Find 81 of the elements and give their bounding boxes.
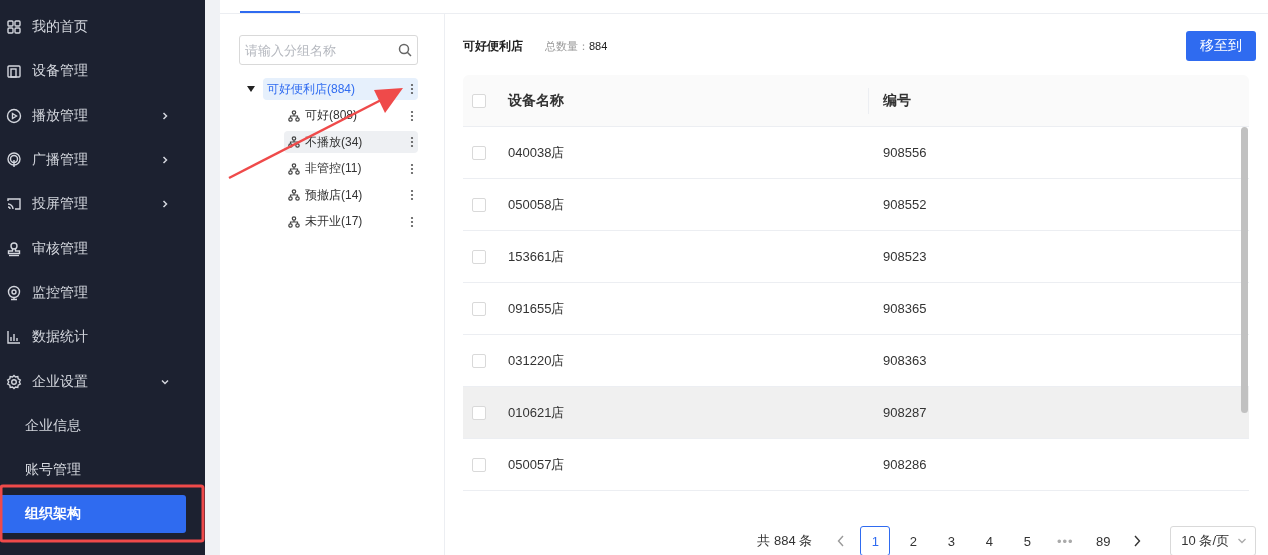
checkbox[interactable] [472, 405, 486, 420]
table-cell-text: 031220店 [508, 351, 566, 370]
submenu-item[interactable]: 组织架构 [0, 495, 186, 534]
chevron-down-icon [1237, 536, 1247, 546]
more-icon[interactable] [410, 162, 414, 175]
more-icon[interactable] [410, 136, 414, 148]
sidebar-item[interactable]: 投屏管理 [0, 182, 205, 227]
sidebar-item[interactable]: 监控管理 [0, 270, 205, 316]
more-icon[interactable] [410, 189, 414, 201]
tree-node[interactable]: 未开业(17) [284, 210, 418, 233]
org-icon [288, 189, 300, 201]
more-icon[interactable] [410, 215, 414, 228]
org-icon [288, 109, 300, 122]
table-cell-text: 908552 [882, 197, 928, 212]
gear-icon [6, 373, 22, 390]
next-page-icon[interactable] [1133, 535, 1142, 547]
sidebar-item[interactable]: 企业设置 [0, 359, 205, 404]
table-cell-text: 908287 [882, 405, 928, 420]
caret-down-icon[interactable] [247, 86, 255, 92]
cast-icon [6, 196, 22, 213]
page-button[interactable]: 3 [936, 526, 967, 555]
more-icon[interactable] [410, 83, 414, 95]
total-label: 总数量： [545, 38, 589, 54]
submenu-item[interactable]: 企业信息 [0, 403, 205, 448]
search-icon [398, 43, 412, 57]
table-cell-text: 908286 [882, 457, 928, 472]
active-tab-indicator [240, 11, 300, 13]
total-count: 884 [589, 40, 608, 52]
sidebar-item[interactable]: 广播管理 [0, 137, 205, 183]
checkbox[interactable] [472, 145, 486, 160]
table-cell-text: 908363 [882, 353, 928, 368]
scrollbar-thumb[interactable] [1241, 127, 1248, 413]
table-cell-text: 908523 [882, 249, 928, 264]
org-icon [288, 215, 300, 228]
checkbox[interactable] [472, 301, 486, 316]
table-cell-text: 040038店 [508, 143, 566, 162]
column-header: 设备名称 [508, 91, 565, 110]
page-button[interactable]: 89 [1088, 526, 1119, 555]
table-cell-text: 908365 [882, 301, 928, 316]
checkbox[interactable] [472, 457, 486, 472]
previous-page-icon[interactable] [837, 535, 846, 547]
checkbox[interactable] [472, 249, 486, 264]
org-icon [288, 136, 300, 148]
table-cell-text: 050057店 [508, 455, 566, 474]
move-to-button[interactable]: 移至到 [1186, 31, 1256, 61]
page-button[interactable]: 2 [898, 526, 929, 555]
group-title: 可好便利店 [463, 37, 523, 55]
chart-icon [6, 329, 22, 346]
checkbox[interactable] [472, 93, 486, 108]
sidebar-item[interactable]: 数据统计 [0, 315, 205, 360]
page-button[interactable]: 5 [1012, 526, 1043, 555]
sidebar-item[interactable]: 设备管理 [0, 49, 205, 94]
table-cell-text: 908556 [882, 145, 928, 160]
checkbox[interactable] [472, 197, 486, 212]
device-icon [6, 63, 22, 80]
total-items: 共 884 条 [757, 532, 813, 550]
table-cell-text: 153661店 [508, 247, 566, 266]
play-icon [6, 107, 22, 124]
table-cell-text: 010621店 [508, 403, 566, 422]
sidebar-item[interactable]: 审核管理 [0, 226, 205, 271]
column-header: 编号 [883, 91, 911, 110]
page-size-select[interactable]: 10 条/页 [1170, 526, 1256, 555]
checkbox[interactable] [472, 353, 486, 368]
search-field[interactable]: 请输入分组名称 [239, 35, 418, 65]
sidebar-item[interactable]: 我的首页 [0, 5, 205, 50]
grid-icon [6, 19, 22, 36]
page-button[interactable]: 1 [860, 526, 891, 555]
tree-node[interactable]: 可好便利店(884) [263, 78, 418, 100]
org-icon [288, 162, 300, 175]
broadcast-icon [6, 152, 22, 169]
more-icon[interactable] [410, 109, 414, 122]
page-button[interactable]: 4 [974, 526, 1005, 555]
table-cell-text: 091655店 [508, 299, 566, 318]
stamp-icon [6, 240, 22, 257]
tree-node[interactable]: 不播放(34) [284, 131, 418, 153]
table-cell-text: 050058店 [508, 195, 566, 214]
tree-node[interactable]: 预撤店(14) [284, 184, 418, 206]
sidebar-item[interactable]: 播放管理 [0, 93, 205, 138]
submenu-item[interactable]: 账号管理 [0, 447, 205, 493]
tree-node[interactable]: 非管控(11) [284, 157, 418, 180]
camera-icon [6, 284, 22, 301]
